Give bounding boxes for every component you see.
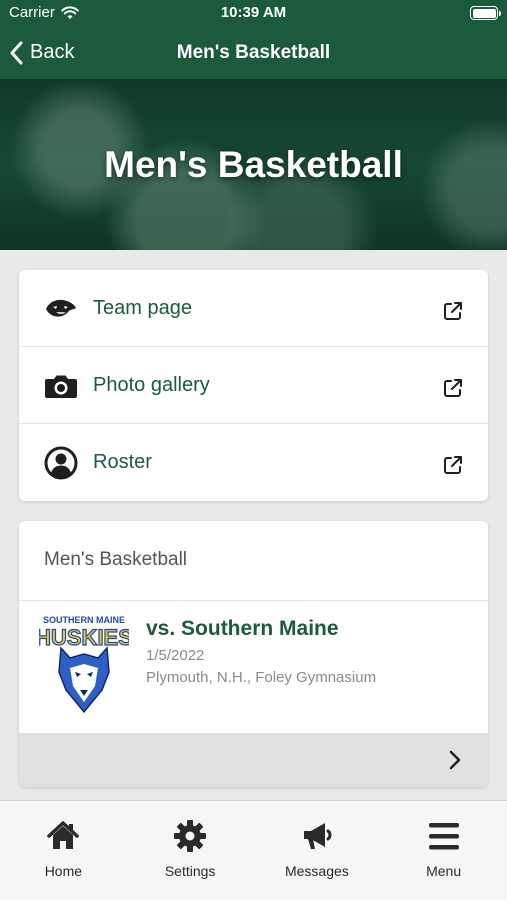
nav-title: Men's Basketball xyxy=(176,42,331,63)
tab-messages[interactable]: Messages xyxy=(254,801,381,900)
chevron-right-icon xyxy=(449,750,461,770)
game-details-button[interactable] xyxy=(19,733,488,787)
team-page-label: Team page xyxy=(93,296,192,319)
tab-menu[interactable]: Menu xyxy=(380,801,507,900)
status-bar: Carrier 10:39 AM xyxy=(0,0,507,26)
huskies-logo: SOUTHERN MAINE HUSKIES xyxy=(39,615,129,714)
tab-home-label: Home xyxy=(44,863,83,879)
external-link-icon xyxy=(444,379,462,397)
opponent-name[interactable]: vs. Southern Maine xyxy=(146,617,339,641)
tab-messages-label: Messages xyxy=(284,863,349,879)
tab-settings-label: Settings xyxy=(164,863,216,879)
divider xyxy=(19,600,488,601)
megaphone-icon xyxy=(303,823,332,849)
links-card: Team page Photo gallery Roster xyxy=(19,270,488,501)
game-section-title: Men's Basketball xyxy=(44,549,188,570)
panther-logo-icon xyxy=(44,292,78,326)
game-card: Men's Basketball SOUTHERN MAINE HUSKIES … xyxy=(19,521,488,787)
back-button[interactable]: Back xyxy=(10,26,74,79)
navigation-bar: Back Men's Basketball xyxy=(0,26,507,79)
home-icon xyxy=(47,821,80,849)
user-circle-icon xyxy=(44,446,78,480)
roster-label: Roster xyxy=(93,451,152,473)
hero-banner: Men's Basketball xyxy=(0,79,507,250)
photo-gallery-label: Photo gallery xyxy=(93,373,210,396)
roster-link[interactable]: Roster xyxy=(19,424,488,501)
external-link-icon xyxy=(444,456,462,474)
logo-text-top: SOUTHERN MAINE xyxy=(43,615,125,625)
chevron-left-icon xyxy=(10,41,23,64)
camera-icon xyxy=(44,369,78,403)
tab-bar: Home Settings Messages Menu xyxy=(0,800,507,900)
tab-menu-label: Menu xyxy=(426,863,462,879)
tab-home[interactable]: Home xyxy=(0,801,127,900)
battery-icon xyxy=(470,6,501,20)
hero-title: Men's Basketball xyxy=(104,144,403,185)
gear-icon xyxy=(174,820,207,852)
team-page-link[interactable]: Team page xyxy=(19,270,488,347)
photo-gallery-link[interactable]: Photo gallery xyxy=(19,347,488,424)
back-label: Back xyxy=(30,41,75,63)
menu-icon xyxy=(428,823,459,850)
game-date: 1/5/2022 xyxy=(146,647,205,664)
status-time: 10:39 AM xyxy=(220,4,287,21)
external-link-icon xyxy=(444,302,462,320)
logo-text-main: HUSKIES xyxy=(39,625,129,650)
game-location: Plymouth, N.H., Foley Gymnasium xyxy=(146,669,377,686)
tab-settings[interactable]: Settings xyxy=(127,801,254,900)
